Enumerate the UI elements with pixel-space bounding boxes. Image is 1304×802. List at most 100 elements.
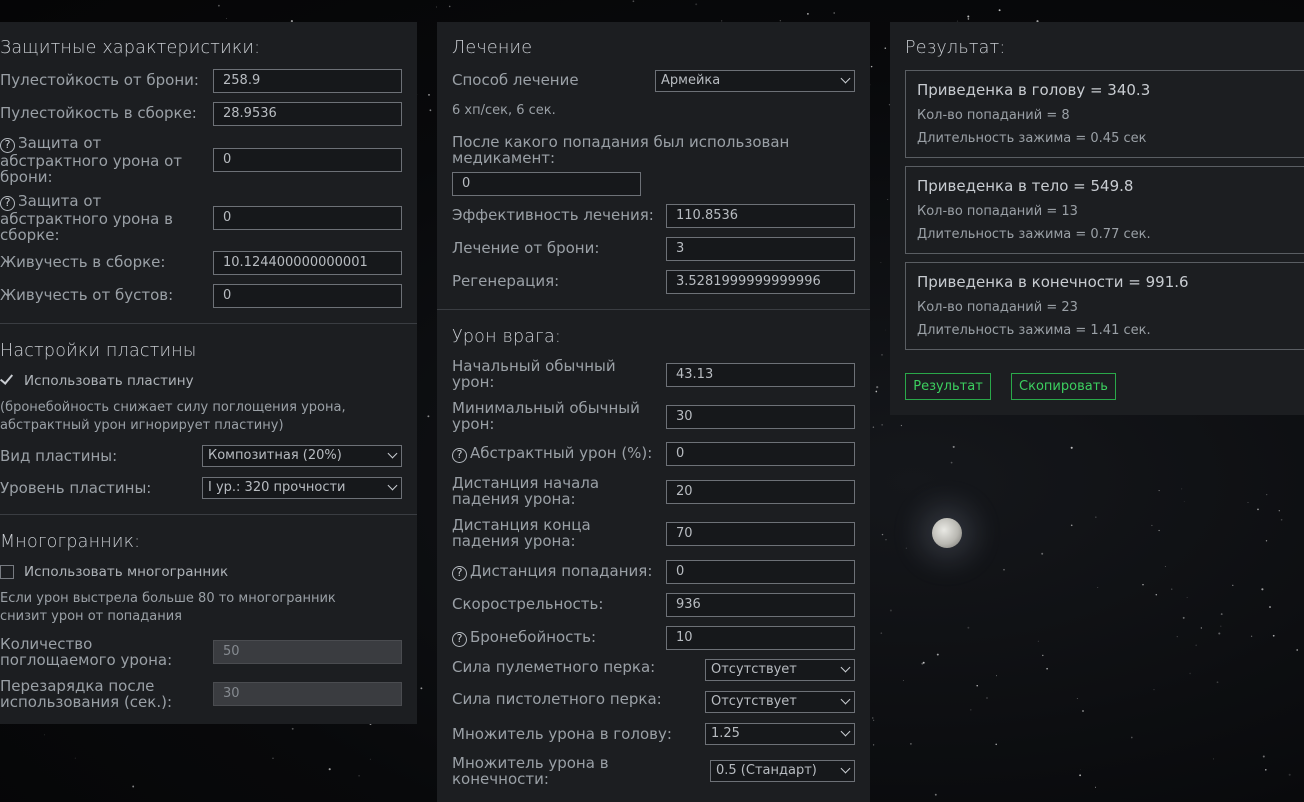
star [1046, 667, 1048, 670]
penetration-input[interactable]: 10 [666, 626, 855, 650]
star [1232, 584, 1234, 586]
heal-method-select[interactable]: Армейка [655, 70, 855, 92]
vitality-boost-input[interactable]: 0 [213, 284, 402, 308]
star [936, 653, 939, 656]
star [1070, 446, 1073, 449]
plate-type-select[interactable]: Композитная (20%) [202, 445, 402, 467]
star [967, 18, 970, 20]
star [1042, 654, 1044, 657]
star [970, 709, 972, 711]
star [272, 757, 274, 759]
star [1176, 635, 1178, 638]
star [807, 13, 809, 15]
star [1247, 502, 1249, 503]
result-button[interactable]: Результат [905, 373, 991, 400]
star [1265, 540, 1268, 542]
polyhedron-title: Многогранник: [0, 532, 141, 552]
star [436, 6, 438, 8]
abstract-armor-input[interactable]: 0 [213, 148, 402, 172]
star [226, 18, 227, 19]
result-card-limbs: Приведенка в конечности = 991.6 Кол-во п… [905, 262, 1304, 350]
armor-heal-input[interactable]: 3 [666, 237, 855, 261]
star [976, 684, 978, 687]
help-icon[interactable]: ? [452, 632, 467, 647]
efficiency-input[interactable]: 110.8536 [666, 204, 855, 228]
hit-distance-label: ? Дистанция попадания: [452, 563, 652, 581]
chevron-down-icon [840, 726, 851, 737]
falloff-end-input[interactable]: 70 [666, 522, 855, 546]
star [1186, 597, 1188, 598]
healing-damage-panel: Лечение Способ лечение Армейка 6 хп/сек,… [437, 22, 870, 802]
cooldown-label: Перезарядка после использования (сек.): [0, 677, 173, 711]
star [1095, 786, 1096, 788]
plate-title: Настройки пластины [0, 341, 197, 361]
star [1158, 529, 1160, 532]
body-result-title: Приведенка в тело = 549.8 [917, 177, 1134, 195]
star [1181, 488, 1183, 490]
absorb-input[interactable]: 50 [213, 640, 402, 664]
star [952, 445, 955, 448]
vitality-boost-label: Живучесть от бустов: [0, 286, 174, 304]
star [833, 12, 836, 14]
divider [0, 323, 417, 324]
limb-mult-select[interactable]: 0.5 (Стандарт) [710, 760, 855, 782]
star [872, 717, 874, 719]
plate-level-select[interactable]: I ур.: 320 прочности [202, 477, 402, 499]
vitality-build-input[interactable]: 10.124400000000001 [213, 251, 402, 275]
star [1151, 524, 1153, 527]
star [1164, 566, 1166, 567]
star [1250, 635, 1253, 637]
abstract-armor-label: ? Защита от абстрактного урона от брони: [0, 134, 183, 186]
star [1195, 644, 1197, 647]
star [1153, 689, 1155, 691]
help-icon[interactable]: ? [0, 196, 15, 211]
armor-bulletproof-input[interactable]: 258.9 [213, 69, 402, 93]
divider [0, 514, 417, 515]
star [876, 386, 879, 389]
fire-rate-input[interactable]: 936 [666, 593, 855, 617]
regen-input[interactable]: 3.5281999999999996 [666, 270, 855, 294]
pistol-perk-select[interactable]: Отсутствует [705, 691, 855, 713]
head-mult-select[interactable]: 1.25 [705, 723, 855, 745]
divider [437, 309, 870, 310]
help-icon[interactable]: ? [452, 448, 467, 463]
penetration-label: ? Бронебойность: [452, 629, 596, 647]
falloff-start-label: Дистанция начала падения урона: [452, 474, 600, 508]
polyhedron-checkbox-label[interactable]: Использовать многогранник [24, 563, 228, 581]
after-hit-input[interactable]: 0 [452, 172, 641, 196]
hit-distance-input[interactable]: 0 [666, 560, 855, 584]
plate-checkbox-label[interactable]: Использовать пластину [24, 372, 194, 390]
falloff-start-input[interactable]: 20 [666, 480, 855, 504]
star [872, 426, 875, 428]
abstract-dmg-input[interactable]: 0 [666, 442, 855, 466]
help-icon[interactable]: ? [452, 566, 467, 581]
start-dmg-input[interactable]: 43.13 [666, 363, 855, 387]
star [996, 675, 997, 677]
mg-perk-select[interactable]: Отсутствует [705, 659, 855, 681]
min-dmg-label: Минимальный обычный урон: [452, 399, 640, 433]
abstract-build-input[interactable]: 0 [213, 206, 402, 230]
star [1200, 627, 1202, 629]
star [1272, 634, 1275, 637]
star [870, 65, 873, 68]
build-bulletproof-input[interactable]: 28.9536 [213, 102, 402, 126]
star [881, 533, 884, 536]
star [887, 199, 889, 200]
star [1220, 613, 1223, 616]
star [132, 785, 135, 788]
star [74, 757, 76, 759]
pistol-perk-label: Сила пистолетного перка: [452, 690, 662, 708]
plate-checkbox[interactable] [0, 373, 14, 387]
limbs-result-title: Приведенка в конечности = 991.6 [917, 273, 1189, 291]
vitality-build-label: Живучесть в сборке: [0, 253, 166, 271]
copy-button[interactable]: Скопировать [1011, 373, 1116, 400]
min-dmg-input[interactable]: 30 [666, 405, 855, 429]
polyhedron-checkbox[interactable] [0, 565, 14, 579]
cooldown-input[interactable]: 30 [213, 682, 402, 706]
star [1296, 649, 1299, 651]
help-icon[interactable]: ? [0, 138, 15, 153]
star [1079, 774, 1081, 777]
star [885, 539, 887, 541]
star [950, 461, 953, 464]
head-hits: Кол-во попаданий = 8 [917, 108, 1070, 123]
